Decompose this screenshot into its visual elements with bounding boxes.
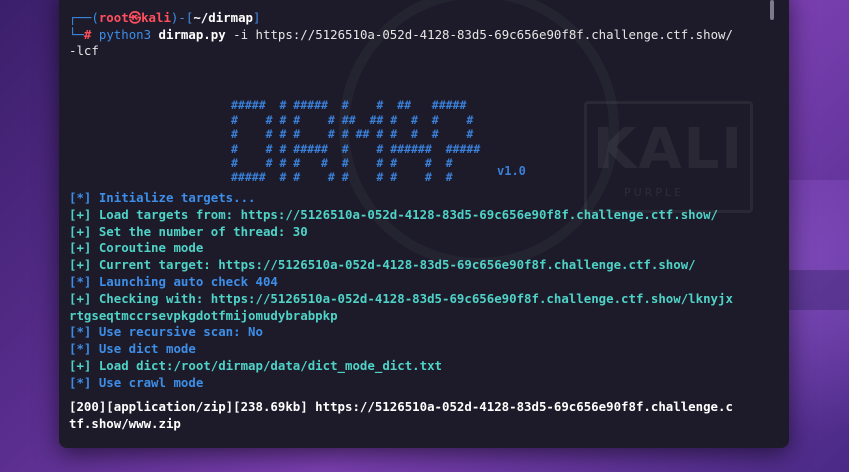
log-text: Checking with: https://5126510a-052d-412… <box>98 290 733 306</box>
log-line: rtgseqtmccrsevpkgdotfmijomudybrabpkp <box>69 308 338 325</box>
log-tag: [+] <box>69 290 99 306</box>
log-line: [*] Use crawl mode <box>69 375 203 392</box>
log-line: [+] Set the number of thread: 30 <box>69 224 308 241</box>
banner-art-row: ##### # # # # # # # # <box>231 170 453 185</box>
log-line: [*] Initialize targets... <box>69 190 256 207</box>
log-text: Use dict mode <box>98 341 196 357</box>
log-line: [+] Coroutine mode <box>69 240 203 257</box>
kali-purple-watermark: PURPLE <box>624 186 685 199</box>
log-tag: [*] <box>69 374 99 390</box>
banner-art-row: # # # # # # # # # # <box>231 156 453 171</box>
log-text: Set the number of thread: 30 <box>98 223 308 239</box>
command-script: dirmap.py <box>158 26 226 42</box>
command-program: python3 <box>98 26 152 42</box>
log-tag: [*] <box>69 274 99 289</box>
log-tag: [*] <box>69 341 99 357</box>
log-text: rtgseqtmccrsevpkgdotfmijomudybrabpkp <box>69 307 338 323</box>
log-line: [+] Load targets from: https://5126510a-… <box>69 207 718 224</box>
terminal-scrollbar[interactable] <box>770 0 774 20</box>
terminal-window[interactable]: KALI PURPLE ┌──(root㉿kali)-[~/dirmap] └─… <box>59 0 789 448</box>
banner-art-row: # # # # # ## ## # # # # <box>231 112 474 127</box>
dirmap-ascii-banner: ##### # ##### # # ## ##### # # # # # ## #… <box>231 84 480 185</box>
log-line: [*] Use dict mode <box>69 341 196 358</box>
banner-version: v1.0 <box>497 164 526 178</box>
log-text: Use crawl mode <box>98 374 204 390</box>
command-line[interactable]: └─# python3 dirmap.py -i https://5126510… <box>69 27 733 44</box>
prompt-skull-icon: ㉿ <box>128 10 142 25</box>
log-tag: [+] <box>69 223 99 239</box>
command-args: -i https://5126510a-052d-4128-83d5-69c65… <box>233 26 733 42</box>
log-line: [*] Launching auto check 404 <box>69 274 278 291</box>
log-text: Use recursive scan: No <box>98 324 263 340</box>
result-line-wrap: tf.show/www.zip <box>69 415 181 431</box>
result-line: [200][application/zip][238.69kb] https:/… <box>69 399 733 414</box>
prompt-host: kali <box>141 10 171 25</box>
prompt-user: root <box>98 10 129 25</box>
log-line: [+] Load dict:/root/dirmap/data/dict_mod… <box>69 358 442 375</box>
log-tag: [*] <box>69 190 99 205</box>
log-tag: [+] <box>69 240 99 256</box>
banner-art-row: # # # # # # ## # # # # # <box>231 127 474 142</box>
log-line: [*] Use recursive scan: No <box>69 324 263 341</box>
log-tag: [+] <box>69 206 99 222</box>
prompt-line: ┌──(root㉿kali)-[~/dirmap] <box>69 10 261 25</box>
log-tag: [+] <box>69 257 99 273</box>
banner-art-row: # # # ##### # # ###### ##### <box>231 141 481 156</box>
log-line: [+] Current target: https://5126510a-052… <box>69 257 696 274</box>
log-text: Coroutine mode <box>98 240 204 256</box>
banner-art-row: ##### # ##### # # ## ##### <box>231 98 467 113</box>
command-line-wrap: -lcf <box>69 43 99 58</box>
log-text: Launching auto check 404 <box>98 274 278 289</box>
log-text: Load targets from: https://5126510a-052d… <box>98 206 719 222</box>
log-text: Load dict:/root/dirmap/data/dict_mode_di… <box>98 358 442 373</box>
log-tag: [+] <box>69 358 99 373</box>
log-text: Initialize targets... <box>98 190 256 205</box>
prompt-sigil: # <box>83 26 92 42</box>
prompt-path: ~/dirmap <box>193 10 253 25</box>
log-tag: [*] <box>69 324 99 340</box>
log-line: [+] Checking with: https://5126510a-052d… <box>69 291 733 308</box>
log-text: Current target: https://5126510a-052d-41… <box>98 257 696 273</box>
